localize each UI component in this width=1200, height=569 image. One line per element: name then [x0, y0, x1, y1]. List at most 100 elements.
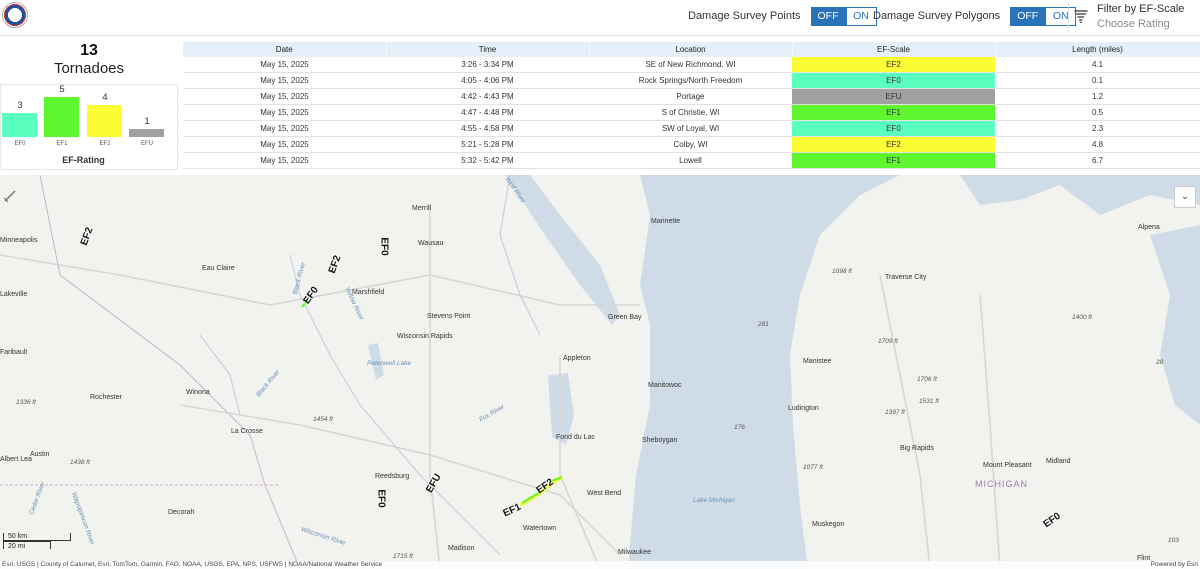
map-elevation-label: 281	[758, 321, 769, 328]
cell-location: Portage	[589, 88, 792, 106]
cell-location: S of Christie, WI	[589, 104, 792, 122]
column-header-location[interactable]: Location	[589, 42, 793, 57]
table-row[interactable]: May 15, 2025 4:05 - 4:06 PM Rock Springs/N…	[183, 72, 1200, 90]
cell-location: SE of New Richmond, WI	[589, 57, 792, 74]
map-view[interactable]: Minneapolis Merrill Marinette Wausau Eau…	[0, 175, 1200, 569]
map-city-label: Green Bay	[608, 314, 642, 321]
map-city-label: Eau Claire	[202, 265, 235, 272]
ef-scale-filter[interactable]: Filter by EF-Scale Choose Rating	[1068, 3, 1198, 33]
map-elevation-label: 1098 ft	[832, 268, 852, 275]
cell-ef-scale: EF1	[792, 152, 995, 169]
chevron-down-icon: ⌄	[1180, 191, 1190, 202]
map-river-label: Petenwell Lake	[367, 360, 412, 367]
map-ef-label[interactable]: EF0	[379, 237, 390, 255]
filter-select[interactable]: Choose Rating	[1097, 18, 1198, 30]
cell-length: 1.2	[995, 88, 1200, 106]
cell-length: 4.8	[995, 136, 1200, 153]
map-scale-bar: 50 km 20 mi	[3, 533, 71, 550]
map-city-label: Decorah	[168, 509, 195, 516]
filter-title: Filter by EF-Scale	[1097, 3, 1185, 15]
cell-length: 0.5	[995, 104, 1200, 122]
map-city-label: Fond du Lac	[556, 434, 595, 441]
map-elevation-label: 1706 ft	[917, 376, 937, 383]
bar-ef2[interactable]	[87, 105, 122, 137]
points-toggle-group: Damage Survey Points OFF ON	[688, 6, 877, 26]
cell-length: 0.1	[995, 72, 1200, 90]
map-elevation-label: 176	[734, 424, 745, 431]
bar-value-label: 4	[102, 92, 108, 103]
expand-panel-button[interactable]: ⌄	[1174, 186, 1196, 208]
map-city-label: Stevens Point	[427, 313, 471, 320]
map-ef-label[interactable]: EF0	[376, 489, 387, 507]
cell-ef-scale: EF0	[792, 120, 995, 137]
points-toggle-label: Damage Survey Points	[688, 10, 801, 22]
table-row[interactable]: May 15, 2025 5:21 - 5:28 PM Colby, WI EF2 4.…	[183, 136, 1200, 153]
polygons-toggle-group: Damage Survey Polygons OFF ON	[873, 6, 1077, 26]
measure-icon[interactable]	[0, 186, 20, 206]
map-city-label: Manistee	[803, 358, 832, 365]
cell-ef-scale: EF2	[792, 57, 995, 74]
cell-location: Colby, WI	[589, 136, 792, 153]
cell-time: 5:21 - 5:28 PM	[386, 136, 589, 153]
cell-date: May 15, 2025	[183, 88, 386, 106]
cell-time: 4:47 - 4:48 PM	[386, 104, 589, 122]
map-city-label: Midland	[1046, 458, 1071, 465]
map-city-label: Albert Lea	[0, 456, 32, 463]
map-city-label: Alpena	[1138, 224, 1160, 231]
map-elevation-label: 1715 ft	[393, 553, 413, 560]
cell-date: May 15, 2025	[183, 72, 386, 90]
tornado-count-card: 13 Tornadoes	[0, 42, 178, 78]
cell-time: 4:42 - 4:43 PM	[386, 88, 589, 106]
column-header-length[interactable]: Length (miles)	[995, 42, 1200, 57]
scale-km: 50 km	[3, 533, 71, 541]
bar-value-label: 5	[59, 84, 65, 95]
table-row[interactable]: May 15, 2025 4:42 - 4:43 PM Portage EFU 1.2	[183, 88, 1200, 106]
cell-date: May 15, 2025	[183, 104, 386, 122]
header-bar: Damage Survey Points OFF ON Damage Surve…	[0, 0, 1200, 36]
table-row[interactable]: May 15, 2025 4:55 - 4:58 PM SW of Loyal, W…	[183, 120, 1200, 137]
table-row[interactable]: May 15, 2025 3:26 - 3:34 PM SE of New Rich…	[183, 57, 1200, 74]
map-tools[interactable]	[0, 186, 24, 208]
bar-category-label: EF2	[99, 141, 111, 147]
map-elevation-label: 1709 ft	[878, 338, 898, 345]
map-city-label: Wausau	[418, 240, 444, 247]
bar-efu[interactable]	[129, 129, 164, 137]
table-row[interactable]: May 15, 2025 4:47 - 4:48 PM S of Christie,…	[183, 104, 1200, 122]
map-city-label: Watertown	[523, 525, 557, 532]
bar-ef0[interactable]	[2, 113, 37, 137]
cell-length: 2.3	[995, 120, 1200, 137]
app: Damage Survey Points OFF ON Damage Surve…	[0, 0, 1200, 569]
cell-location: Lowell	[589, 152, 792, 169]
map-city-label: Marshfield	[352, 289, 385, 296]
bar-ef1[interactable]	[44, 97, 79, 137]
ef-rating-bars: 3 EF0 5 EF1 4 EF2 1 EFU	[1, 84, 179, 147]
points-on-button[interactable]: ON	[845, 6, 877, 26]
column-header-time[interactable]: Time	[386, 42, 590, 57]
cell-length: 4.1	[995, 57, 1200, 74]
cell-ef-scale: EF2	[792, 136, 995, 153]
column-header-date[interactable]: Date	[183, 42, 387, 57]
table-row[interactable]: May 15, 2025 5:32 - 5:42 PM Lowell EF1 6.7	[183, 152, 1200, 169]
scale-mi: 20 mi	[3, 541, 51, 550]
table-body: May 15, 2025 3:26 - 3:34 PM SE of New Rich…	[183, 57, 1200, 169]
polygons-off-button[interactable]: OFF	[1010, 6, 1046, 26]
cell-time: 4:05 - 4:06 PM	[386, 72, 589, 90]
bar-value-label: 3	[17, 100, 23, 111]
bar-category-label: EF1	[56, 141, 68, 147]
map-river-label: Lake Michigan	[693, 497, 735, 504]
map-city-label: Merrill	[412, 205, 432, 212]
column-header-ef-scale[interactable]: EF-Scale	[792, 42, 996, 57]
map-elevation-label: 103	[1168, 537, 1179, 544]
cell-ef-scale: EFU	[792, 88, 995, 106]
tornado-table: Date Time Location EF-Scale Length (mile…	[183, 42, 1200, 172]
cell-time: 4:55 - 4:58 PM	[386, 120, 589, 137]
map-city-label: Big Rapids	[900, 445, 934, 452]
cell-date: May 15, 2025	[183, 152, 386, 169]
map-city-label: Marinette	[651, 218, 681, 225]
tornado-count-label: Tornadoes	[53, 60, 125, 77]
points-off-button[interactable]: OFF	[810, 6, 846, 26]
bar-value-label: 1	[144, 116, 150, 127]
powered-by-esri[interactable]: Powered by Esri	[1151, 561, 1198, 569]
map-city-label: Winona	[186, 389, 210, 396]
map-elevation-label: 1397 ft	[885, 409, 905, 416]
